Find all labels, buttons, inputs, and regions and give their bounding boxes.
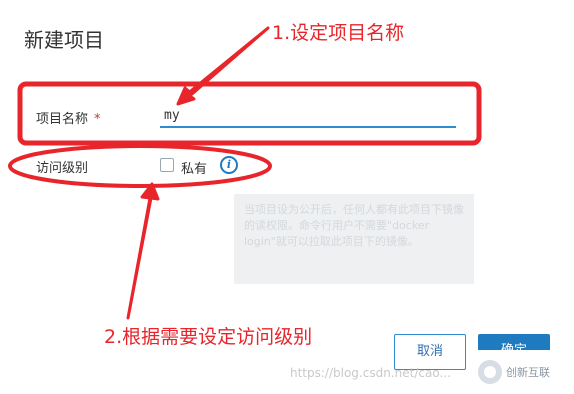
new-project-dialog: 新建项目 项目名称 * 访问级别 私有 i 当项目设为公开后，任何人都有此项目下镜… [0,0,574,394]
annotation-step1: 1.设定项目名称 [272,22,405,44]
dialog-title: 新建项目 [24,28,104,52]
access-level-label: 访问级别 [36,161,89,176]
brand-watermark: 创新互联 [470,350,574,394]
private-checkbox-label[interactable]: 私有 [181,158,207,177]
info-icon[interactable]: i [220,156,238,174]
project-name-label-text: 项目名称 [36,112,89,127]
private-checkbox[interactable] [160,158,174,172]
project-name-input[interactable] [160,104,456,128]
arrow-to-name-field [176,26,270,106]
brand-text: 创新互联 [506,366,550,379]
required-asterisk: * [94,112,101,127]
annotation-step2: 2.根据需要设定访问级别 [104,326,313,348]
project-name-label: 项目名称 * [36,108,101,127]
cancel-button[interactable]: 取消 [394,334,466,370]
arrow-to-access-level [126,182,160,320]
watermark-url: https://blog.csdn.net/cao... [290,366,451,380]
access-level-tooltip: 当项目设为公开后，任何人都有此项目下镜像的读权限。命令行用户不需要"docker… [234,194,474,284]
brand-logo-icon [478,360,502,384]
